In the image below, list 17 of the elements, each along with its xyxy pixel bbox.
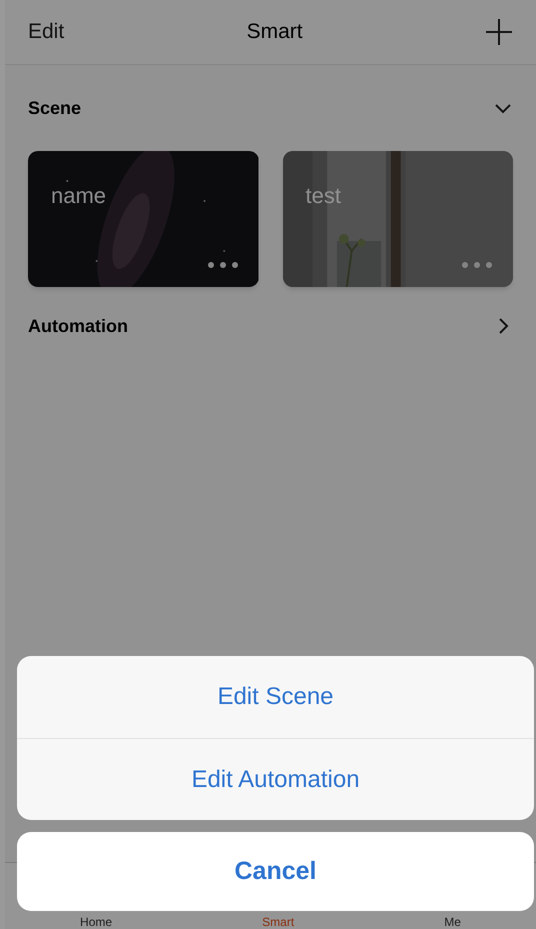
cancel-button[interactable]: Cancel [17, 832, 534, 911]
edit-button[interactable]: Edit [28, 16, 64, 48]
add-icon[interactable] [484, 18, 513, 46]
tab[interactable]: Me [444, 916, 461, 928]
more-icon[interactable] [461, 261, 493, 269]
section-title: Scene [28, 96, 82, 120]
more-icon[interactable] [206, 261, 238, 269]
action-button[interactable]: Edit Scene [17, 656, 534, 738]
tab[interactable]: Home [80, 916, 112, 928]
section-title: Automation [28, 314, 128, 338]
scene-name: test [306, 182, 341, 210]
page-title: Smart [246, 19, 303, 46]
scene-card[interactable]: name [28, 151, 258, 287]
scene-name: name [51, 182, 106, 210]
tab[interactable]: Smart [262, 916, 294, 928]
action-button[interactable]: Edit Automation [17, 738, 534, 820]
scene-card[interactable]: test [282, 151, 513, 287]
